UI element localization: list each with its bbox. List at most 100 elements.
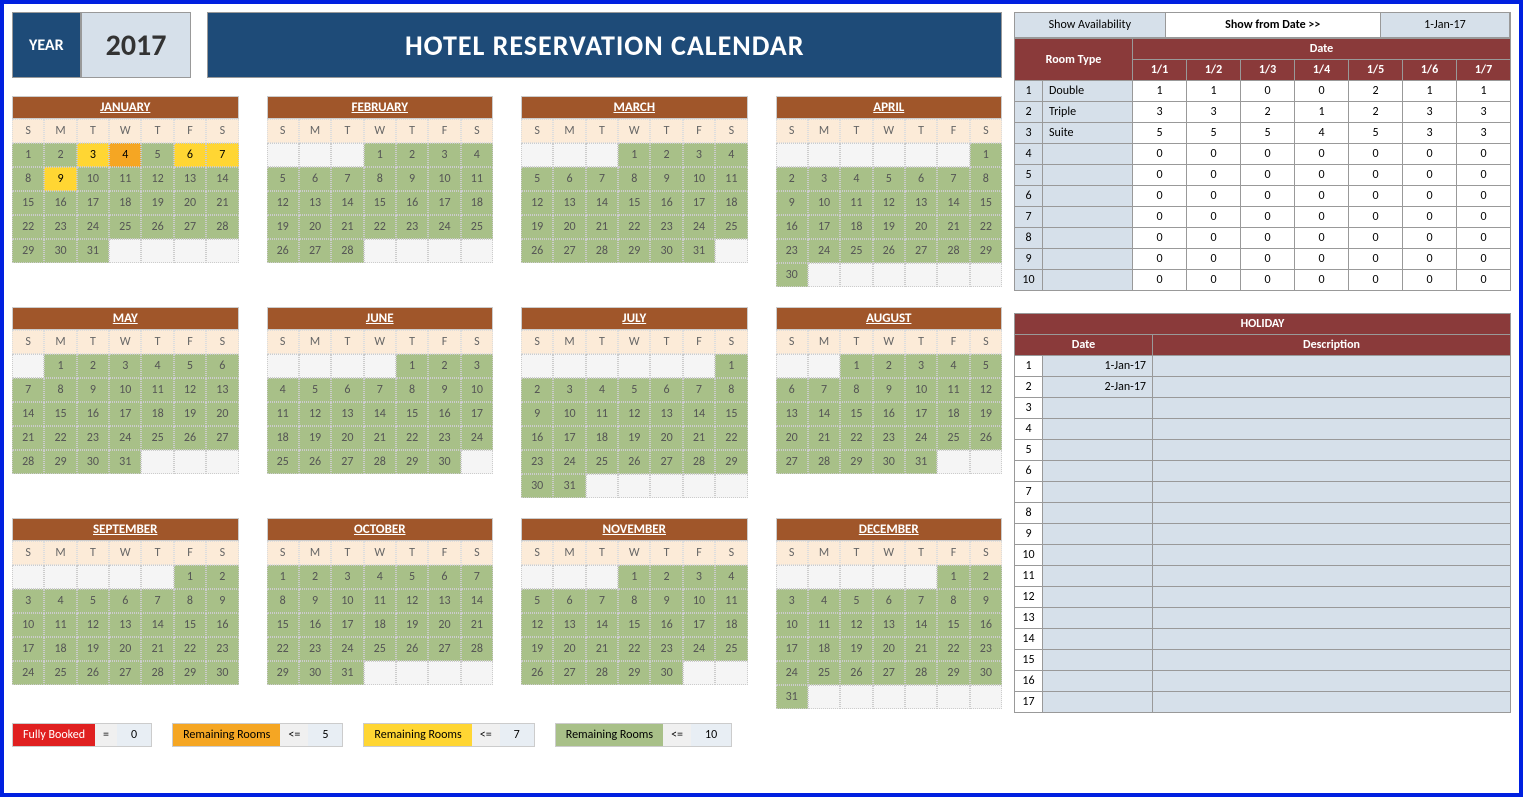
calendar-day[interactable]: 3 — [428, 143, 460, 167]
calendar-day[interactable]: 19 — [299, 426, 331, 450]
holiday-date-cell[interactable] — [1043, 419, 1153, 440]
calendar-day[interactable]: 8 — [267, 589, 299, 613]
calendar-day[interactable]: 31 — [683, 239, 715, 263]
calendar-day[interactable]: 8 — [396, 378, 428, 402]
calendar-day[interactable]: 27 — [776, 450, 808, 474]
calendar-day[interactable]: 5 — [521, 167, 553, 191]
calendar-day[interactable]: 2 — [650, 143, 682, 167]
calendar-day[interactable]: 29 — [618, 661, 650, 685]
calendar-day[interactable]: 4 — [141, 354, 173, 378]
calendar-day[interactable]: 15 — [396, 402, 428, 426]
calendar-day[interactable]: 18 — [364, 613, 396, 637]
calendar-day[interactable]: 24 — [428, 215, 460, 239]
calendar-day[interactable]: 17 — [461, 402, 493, 426]
calendar-day[interactable]: 11 — [715, 167, 747, 191]
calendar-day[interactable]: 9 — [396, 167, 428, 191]
calendar-day[interactable]: 27 — [553, 239, 585, 263]
calendar-day[interactable]: 16 — [650, 191, 682, 215]
calendar-day[interactable]: 18 — [109, 191, 141, 215]
calendar-day[interactable]: 6 — [109, 589, 141, 613]
calendar-day[interactable]: 15 — [267, 613, 299, 637]
calendar-day[interactable]: 6 — [174, 143, 206, 167]
calendar-day[interactable]: 11 — [937, 378, 969, 402]
room-type-cell[interactable] — [1043, 249, 1133, 270]
calendar-day[interactable]: 25 — [141, 426, 173, 450]
calendar-day[interactable]: 4 — [715, 143, 747, 167]
calendar-day[interactable]: 28 — [364, 450, 396, 474]
calendar-day[interactable]: 21 — [331, 215, 363, 239]
calendar-day[interactable]: 6 — [905, 167, 937, 191]
year-value[interactable]: 2017 — [81, 12, 192, 78]
calendar-day[interactable]: 7 — [331, 167, 363, 191]
calendar-day[interactable]: 15 — [840, 402, 872, 426]
calendar-day[interactable]: 27 — [174, 215, 206, 239]
calendar-day[interactable]: 31 — [109, 450, 141, 474]
calendar-day[interactable]: 15 — [618, 613, 650, 637]
calendar-day[interactable]: 27 — [428, 637, 460, 661]
calendar-day[interactable]: 31 — [331, 661, 363, 685]
calendar-day[interactable]: 30 — [299, 661, 331, 685]
calendar-day[interactable]: 9 — [44, 167, 76, 191]
calendar-day[interactable]: 12 — [618, 402, 650, 426]
room-type-cell[interactable]: Double — [1043, 81, 1133, 102]
calendar-day[interactable]: 28 — [586, 661, 618, 685]
calendar-day[interactable]: 4 — [586, 378, 618, 402]
calendar-day[interactable]: 21 — [364, 426, 396, 450]
calendar-day[interactable]: 5 — [267, 167, 299, 191]
calendar-day[interactable]: 26 — [267, 239, 299, 263]
calendar-day[interactable]: 3 — [77, 143, 109, 167]
calendar-day[interactable]: 5 — [174, 354, 206, 378]
room-type-cell[interactable] — [1043, 144, 1133, 165]
holiday-desc-cell[interactable] — [1153, 503, 1511, 524]
calendar-day[interactable]: 24 — [683, 215, 715, 239]
calendar-day[interactable]: 30 — [776, 263, 808, 287]
calendar-day[interactable]: 1 — [267, 565, 299, 589]
calendar-day[interactable]: 20 — [299, 215, 331, 239]
calendar-day[interactable]: 7 — [12, 378, 44, 402]
holiday-desc-cell[interactable] — [1153, 671, 1511, 692]
holiday-desc-cell[interactable] — [1153, 440, 1511, 461]
calendar-day[interactable]: 24 — [331, 637, 363, 661]
calendar-day[interactable]: 13 — [650, 402, 682, 426]
calendar-day[interactable]: 19 — [521, 637, 553, 661]
calendar-day[interactable]: 21 — [461, 613, 493, 637]
calendar-day[interactable]: 10 — [683, 167, 715, 191]
holiday-date-cell[interactable]: 1-Jan-17 — [1043, 356, 1153, 377]
legend-value[interactable]: 7 — [500, 724, 534, 746]
room-type-cell[interactable] — [1043, 165, 1133, 186]
calendar-day[interactable]: 18 — [44, 637, 76, 661]
calendar-day[interactable]: 23 — [776, 239, 808, 263]
holiday-date-cell[interactable] — [1043, 398, 1153, 419]
calendar-day[interactable]: 25 — [267, 450, 299, 474]
calendar-day[interactable]: 8 — [44, 378, 76, 402]
calendar-day[interactable]: 19 — [141, 191, 173, 215]
calendar-day[interactable]: 23 — [206, 637, 238, 661]
calendar-day[interactable]: 30 — [873, 450, 905, 474]
calendar-day[interactable]: 8 — [715, 378, 747, 402]
calendar-day[interactable]: 24 — [109, 426, 141, 450]
calendar-day[interactable]: 6 — [428, 565, 460, 589]
calendar-day[interactable]: 14 — [12, 402, 44, 426]
calendar-day[interactable]: 2 — [650, 565, 682, 589]
calendar-day[interactable]: 30 — [650, 239, 682, 263]
calendar-day[interactable]: 8 — [618, 167, 650, 191]
calendar-day[interactable]: 21 — [808, 426, 840, 450]
calendar-day[interactable]: 5 — [77, 589, 109, 613]
calendar-day[interactable]: 18 — [715, 613, 747, 637]
calendar-day[interactable]: 8 — [840, 378, 872, 402]
calendar-day[interactable]: 18 — [937, 402, 969, 426]
calendar-day[interactable]: 10 — [12, 613, 44, 637]
calendar-day[interactable]: 12 — [77, 613, 109, 637]
calendar-day[interactable]: 7 — [586, 167, 618, 191]
calendar-day[interactable]: 19 — [267, 215, 299, 239]
calendar-day[interactable]: 7 — [937, 167, 969, 191]
calendar-day[interactable]: 2 — [970, 565, 1002, 589]
holiday-date-cell[interactable] — [1043, 587, 1153, 608]
calendar-day[interactable]: 11 — [364, 589, 396, 613]
calendar-day[interactable]: 31 — [77, 239, 109, 263]
calendar-day[interactable]: 25 — [715, 637, 747, 661]
calendar-day[interactable]: 20 — [553, 215, 585, 239]
calendar-day[interactable]: 3 — [109, 354, 141, 378]
calendar-day[interactable]: 13 — [553, 191, 585, 215]
calendar-day[interactable]: 10 — [331, 589, 363, 613]
